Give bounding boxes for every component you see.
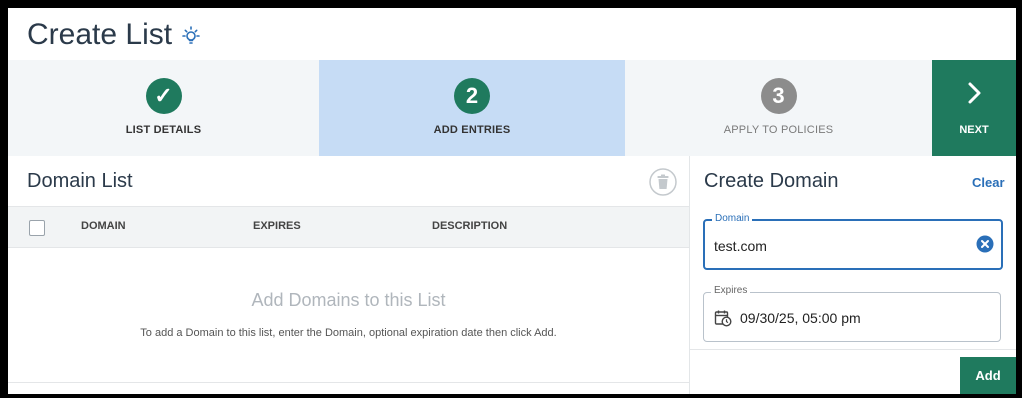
column-domain[interactable]: DOMAIN [81,220,126,232]
clear-button[interactable]: Clear [972,175,1005,190]
step-list-details[interactable]: ✓ LIST DETAILS [8,60,319,156]
step-apply-to-policies[interactable]: 3 APPLY TO POLICIES [625,60,932,156]
clear-input-icon[interactable] [976,235,994,253]
divider [8,382,689,383]
step-label: ADD ENTRIES [433,124,511,136]
step-label: APPLY TO POLICIES [723,124,834,136]
column-description[interactable]: DESCRIPTION [432,220,507,232]
add-button[interactable]: Add [960,357,1016,394]
next-label: NEXT [959,124,989,136]
column-expires[interactable]: EXPIRES [253,220,301,232]
table-header: DOMAIN EXPIRES DESCRIPTION [8,206,689,248]
expires-field-label: Expires [711,285,751,296]
chevron-right-icon [968,82,981,104]
next-button[interactable]: NEXT [932,60,1016,156]
select-all-checkbox[interactable] [29,220,45,236]
empty-state-text: To add a Domain to this list, enter the … [140,327,557,339]
step-number: 2 [454,78,490,114]
page-title: Create List [27,18,173,51]
expires-input[interactable]: Expires 09/30/25, 05:00 pm [703,285,1001,342]
domain-list-title: Domain List [27,170,133,192]
step-number: 3 [760,78,797,114]
page-header: Create List [8,8,1016,60]
domain-field-label: Domain [712,213,753,224]
app-window: Create List ✓ LIST DETAILS 2 ADD ENTRIES… [8,8,1016,394]
calendar-clock-icon[interactable] [714,309,732,327]
step-add-entries[interactable]: 2 ADD ENTRIES [319,60,625,156]
wizard-stepper: ✓ LIST DETAILS 2 ADD ENTRIES 3 APPLY TO … [8,60,1016,156]
domain-field-value[interactable]: test.com [714,238,767,254]
create-domain-title: Create Domain [704,170,839,192]
domain-list-panel: Domain List DOMAIN EXPIRES DESCRIPTION A… [8,156,690,394]
divider [690,349,1016,350]
create-domain-panel: Create Domain Clear Domain test.com Expi… [690,156,1016,394]
checkmark-icon: ✓ [145,78,182,114]
trash-icon[interactable] [649,168,677,196]
empty-state-title: Add Domains to this List [251,290,446,310]
domain-input[interactable]: Domain test.com [703,213,1003,270]
lightbulb-icon[interactable] [180,25,202,47]
step-label: LIST DETAILS [125,124,202,136]
expires-field-value[interactable]: 09/30/25, 05:00 pm [740,310,861,326]
